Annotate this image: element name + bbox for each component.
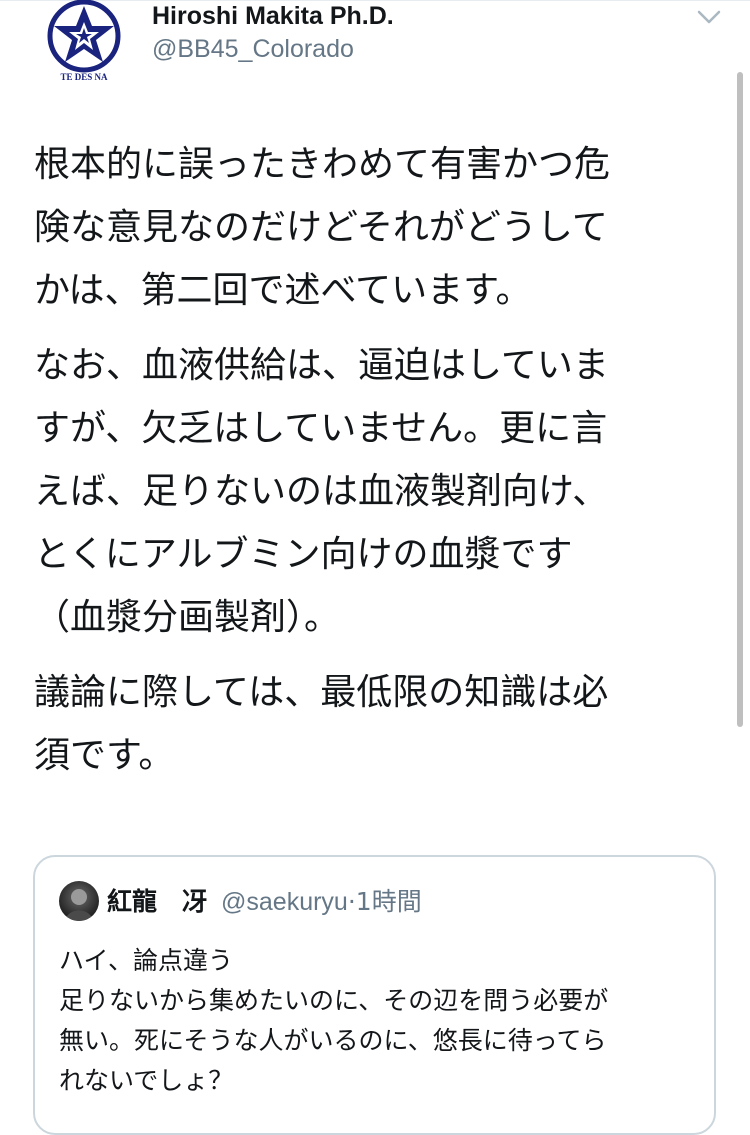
- quoted-author-avatar[interactable]: [59, 881, 99, 921]
- tweet-paragraph: 議論に際しては、最低限の知識は必 須です。: [34, 672, 609, 776]
- star-logo-icon: TE DES NA: [47, 0, 121, 82]
- quoted-author-name[interactable]: 紅龍 冴: [107, 887, 207, 916]
- scrollbar[interactable]: [737, 72, 743, 727]
- quoted-author-handle[interactable]: @saekuryu: [221, 888, 348, 916]
- author-handle[interactable]: @BB45_Colorado: [152, 35, 354, 64]
- avatar-text: TE DES NA: [60, 72, 108, 82]
- author-avatar[interactable]: TE DES NA: [42, 0, 126, 84]
- quoted-tweet-header: 紅龍 冴 @saekuryu·1時間: [107, 885, 422, 919]
- author-display-name[interactable]: Hiroshi Makita Ph.D.: [152, 2, 394, 31]
- tweet-paragraph: なお、血液供給は、逼迫はしていま すが、欠乏はしていません。更に言 えば、足りな…: [34, 345, 609, 638]
- quoted-tweet-time[interactable]: 1時間: [356, 887, 422, 916]
- chevron-down-icon[interactable]: [697, 8, 721, 26]
- tweet-body: 根本的に誤ったきわめて有害かつ危 険な意見なのだけどそれがどうして かは、第二回…: [34, 133, 706, 799]
- quoted-tweet-card[interactable]: 紅龍 冴 @saekuryu·1時間 ハイ、論点違う 足りないから集めたいのに、そ…: [33, 855, 716, 1135]
- quoted-tweet-text: ハイ、論点違う 足りないから集めたいのに、その辺を問う必要が 無い。死にそうな人…: [59, 946, 609, 1095]
- dot-separator: ·: [347, 887, 356, 916]
- tweet-paragraph: 根本的に誤ったきわめて有害かつ危 険な意見なのだけどそれがどうして かは、第二回…: [34, 144, 611, 311]
